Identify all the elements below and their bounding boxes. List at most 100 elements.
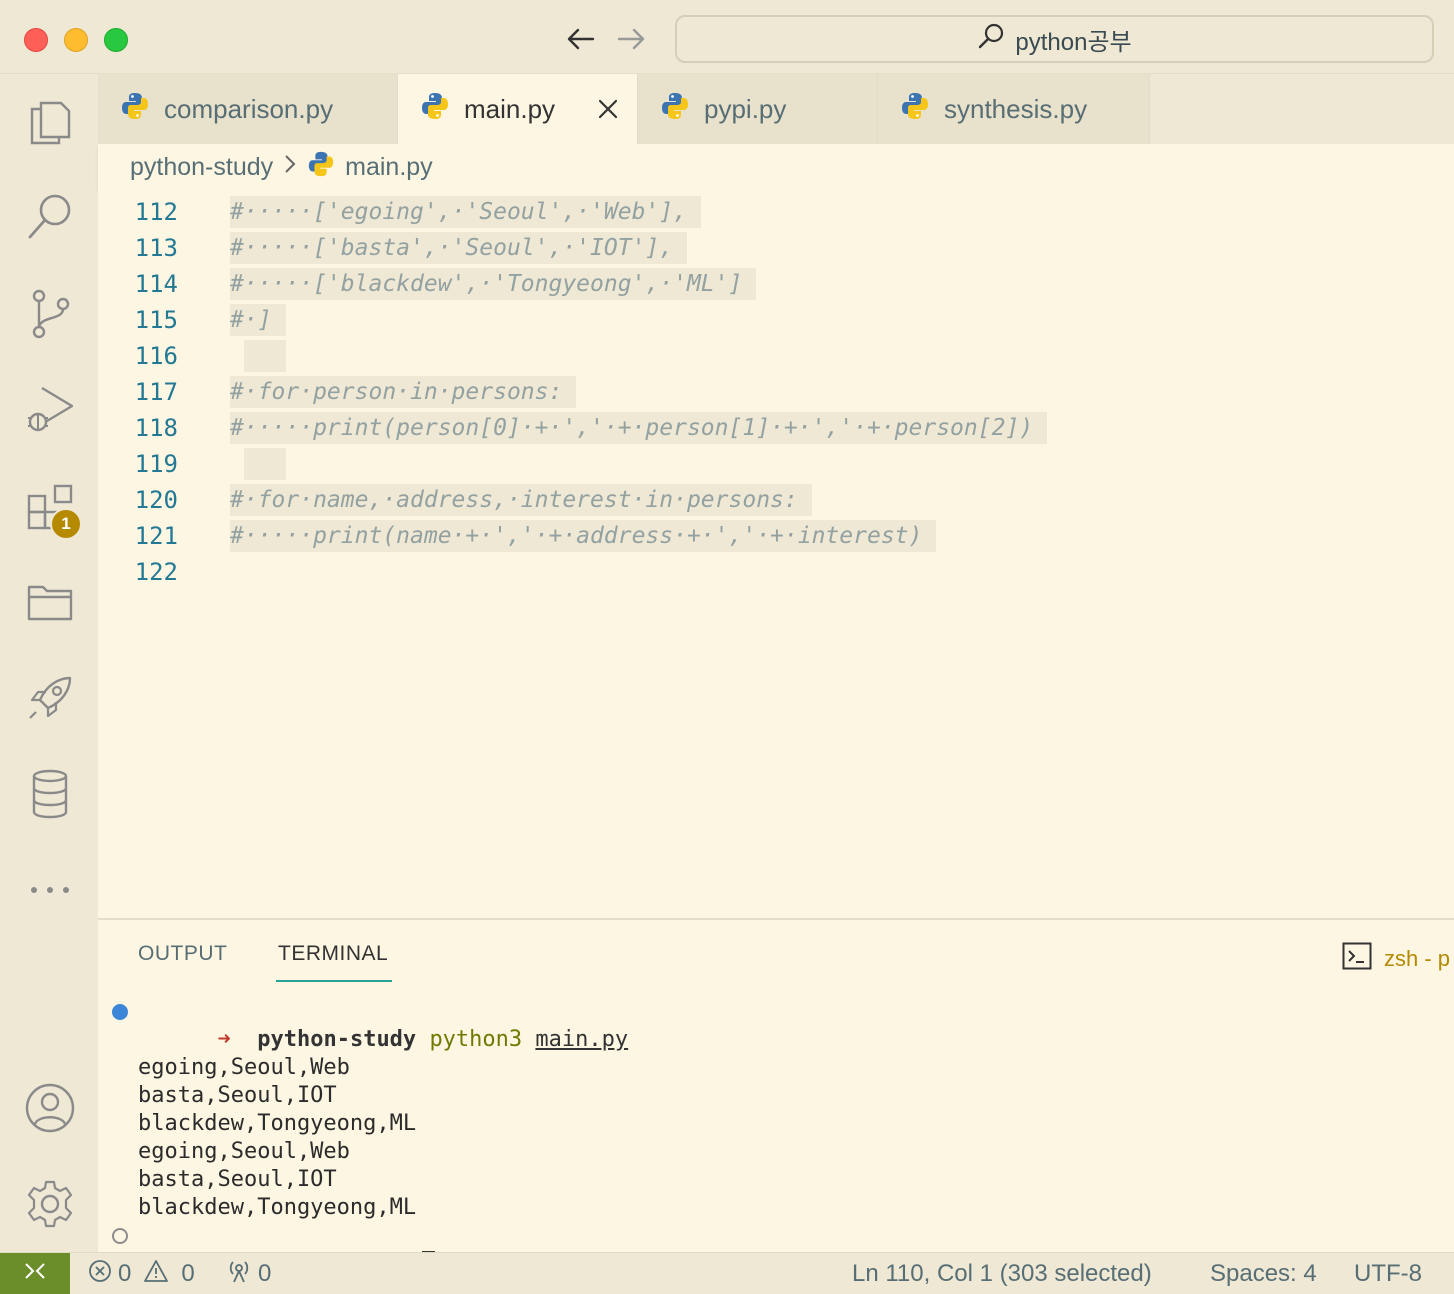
editor-tab-bar: comparison.py main.py pypi.py synthesis.…	[98, 74, 1454, 144]
tab-label: pypi.py	[704, 93, 787, 124]
python-file-icon	[900, 91, 930, 128]
search-icon[interactable]	[24, 190, 76, 242]
code-text[interactable]: #·····['blackdew',·'Tongyeong',·'ML']	[230, 268, 757, 300]
terminal-name: zsh - p	[1384, 946, 1451, 971]
code-line: 118 #·····print(person[0]·+·','·+·person…	[98, 410, 1454, 446]
code-line: 117 #·for·person·in·persons:	[98, 374, 1454, 410]
line-number: 115	[134, 306, 178, 334]
remote-indicator[interactable]	[0, 1253, 70, 1294]
minimize-window-button[interactable]	[64, 28, 88, 52]
command-name: python3	[429, 1027, 523, 1052]
command-center-label: python공부	[1015, 28, 1132, 56]
status-bar: 0 0 0 Ln 110, Col 1 (303 selected) Space…	[0, 1252, 1454, 1294]
run-debug-icon[interactable]	[24, 384, 76, 436]
folder-icon[interactable]	[24, 576, 76, 628]
ports-indicator[interactable]: 0	[226, 1253, 271, 1294]
extensions-badge: 1	[50, 508, 82, 540]
code-text[interactable]: #·····['egoing',·'Seoul',·'Web'],	[230, 196, 701, 228]
remote-icon	[22, 1258, 48, 1291]
error-count: 0	[118, 1260, 132, 1287]
code-text[interactable]	[244, 340, 286, 372]
code-line: 112 #·····['egoing',·'Seoul',·'Web'],	[98, 194, 1454, 230]
python-file-icon	[660, 91, 690, 128]
error-icon	[88, 1259, 112, 1290]
line-number: 122	[134, 558, 178, 586]
chevron-right-icon	[283, 153, 297, 182]
tab-synthesis-py[interactable]: synthesis.py	[878, 74, 1150, 144]
line-number: 113	[134, 234, 178, 262]
tab-terminal[interactable]: TERMINAL	[278, 942, 388, 966]
terminal-selector[interactable]: zsh - p	[1342, 942, 1450, 976]
problems-indicator[interactable]: 0 0	[88, 1253, 195, 1294]
more-icon[interactable]	[24, 864, 76, 916]
breadcrumb-file[interactable]: main.py	[345, 153, 433, 182]
warning-icon	[143, 1259, 169, 1290]
code-line: 119	[98, 446, 1454, 482]
command-arg: main.py	[535, 1027, 629, 1052]
command-center-search[interactable]: python공부	[675, 15, 1434, 63]
line-number: 119	[134, 450, 178, 478]
encoding-setting[interactable]: UTF-8	[1354, 1253, 1422, 1294]
title-bar: python공부	[0, 0, 1454, 74]
code-text[interactable]: #·····['basta',·'Seoul',·'IOT'],	[230, 232, 688, 264]
search-icon	[977, 22, 1005, 57]
line-number: 114	[134, 270, 178, 298]
command-pending-decoration	[112, 1228, 128, 1244]
code-text[interactable]: #·····print(person[0]·+·','·+·person[1]·…	[230, 412, 1048, 444]
tab-comparison-py[interactable]: comparison.py	[98, 74, 398, 144]
terminal-output-line: basta,Seoul,IOT	[138, 1083, 337, 1108]
code-text[interactable]: #·for·name,·address,·interest·in·persons…	[230, 484, 812, 516]
code-editor[interactable]: 112 #·····['egoing',·'Seoul',·'Web'], 11…	[98, 190, 1454, 918]
line-number: 117	[134, 378, 178, 406]
code-line: 113 #·····['basta',·'Seoul',·'IOT'],	[98, 230, 1454, 266]
database-icon[interactable]	[24, 768, 76, 820]
back-arrow-icon[interactable]	[563, 22, 597, 56]
tab-label: synthesis.py	[944, 93, 1088, 124]
code-text[interactable]	[244, 448, 286, 480]
code-text[interactable]: #·for·person·in·persons:	[230, 376, 577, 408]
account-icon[interactable]	[24, 1082, 76, 1134]
terminal-output-line: blackdew,Tongyeong,ML	[138, 1111, 417, 1136]
code-text[interactable]: #·]	[230, 304, 286, 336]
rocket-icon[interactable]	[24, 672, 76, 724]
broadcast-icon	[226, 1258, 252, 1291]
tab-label: comparison.py	[164, 93, 334, 124]
command-success-decoration	[112, 1004, 128, 1020]
code-line: 120 #·for·name,·address,·interest·in·per…	[98, 482, 1454, 518]
python-file-icon	[307, 150, 335, 185]
tab-main-py[interactable]: main.py	[398, 74, 638, 144]
breadcrumb-folder[interactable]: python-study	[130, 153, 273, 182]
line-number: 120	[134, 486, 178, 514]
settings-gear-icon[interactable]	[24, 1178, 76, 1230]
close-tab-icon[interactable]	[595, 96, 621, 122]
code-line: 115 #·]	[98, 302, 1454, 338]
code-line: 114 #·····['blackdew',·'Tongyeong',·'ML'…	[98, 266, 1454, 302]
close-window-button[interactable]	[24, 28, 48, 52]
line-number: 118	[134, 414, 178, 442]
tab-pypi-py[interactable]: pypi.py	[638, 74, 878, 144]
code-line: 116	[98, 338, 1454, 374]
active-tab-indicator	[276, 980, 392, 982]
code-line: 122	[98, 554, 1454, 590]
line-number: 112	[134, 198, 178, 226]
indentation-setting[interactable]: Spaces: 4	[1210, 1253, 1317, 1294]
warning-count: 0	[181, 1260, 195, 1287]
explorer-icon[interactable]	[24, 94, 76, 146]
activity-bar: 1	[0, 74, 98, 1252]
tab-output[interactable]: OUTPUT	[138, 942, 227, 966]
terminal-command-line: ➜ python-study python3 main.py	[138, 998, 628, 1052]
terminal-output-line: egoing,Seoul,Web	[138, 1139, 350, 1164]
terminal-output-line: basta,Seoul,IOT	[138, 1167, 337, 1192]
source-control-icon[interactable]	[24, 288, 76, 340]
code-text[interactable]: #·····print(name·+·','·+·address·+·','·+…	[230, 520, 937, 552]
line-number: 116	[134, 342, 178, 370]
terminal-output-line: egoing,Seoul,Web	[138, 1055, 350, 1080]
cursor-position[interactable]: Ln 110, Col 1 (303 selected)	[852, 1253, 1152, 1294]
forward-arrow-icon[interactable]	[615, 22, 649, 56]
prompt-arrow: ➜	[217, 1027, 231, 1052]
python-file-icon	[420, 91, 450, 128]
maximize-window-button[interactable]	[104, 28, 128, 52]
tab-label: main.py	[464, 93, 556, 124]
breadcrumb: python-study main.py	[98, 144, 1454, 190]
bottom-panel: OUTPUT TERMINAL zsh - p ➜ python-study p…	[98, 918, 1454, 1252]
